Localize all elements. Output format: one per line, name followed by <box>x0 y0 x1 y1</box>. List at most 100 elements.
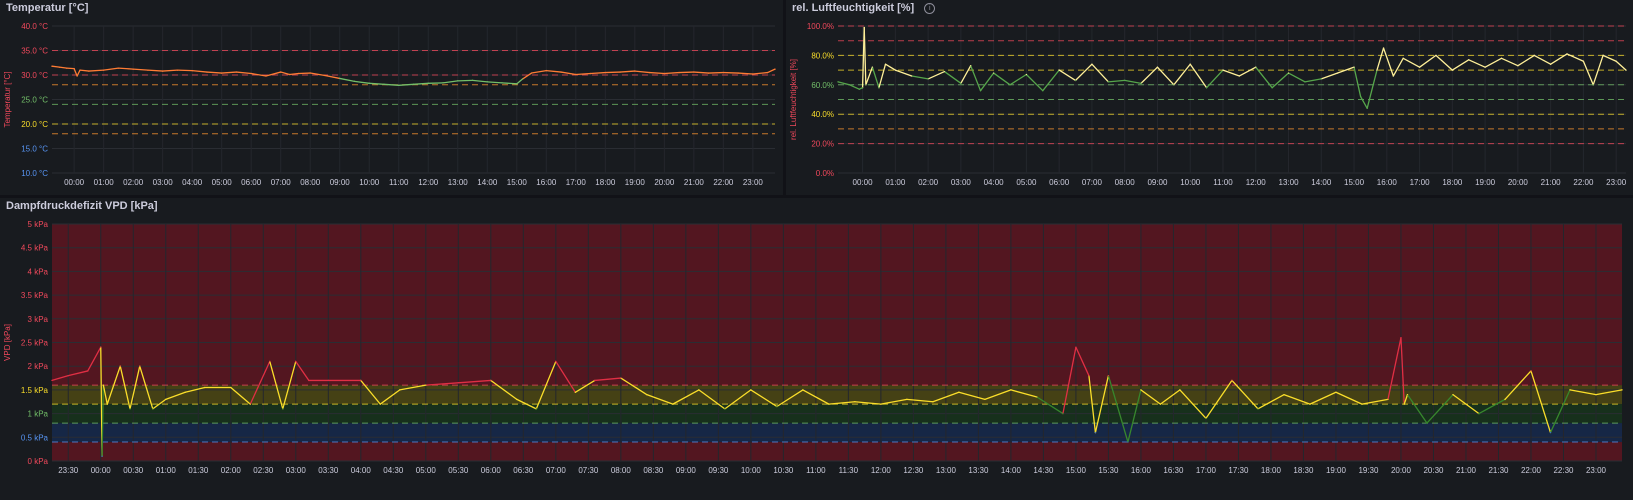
series-segment <box>878 63 887 89</box>
data-point <box>848 84 851 86</box>
series-segment <box>368 82 385 85</box>
x-tick-label: 11:00 <box>806 466 826 475</box>
x-tick-label: 14:00 <box>1311 178 1332 187</box>
series-segment <box>1517 54 1535 67</box>
data-point <box>1403 403 1405 405</box>
series-segment <box>88 69 105 72</box>
data-point <box>906 398 908 400</box>
data-point <box>693 71 695 73</box>
series-segment <box>1484 57 1503 68</box>
data-point <box>604 71 606 74</box>
data-point <box>865 84 867 86</box>
x-tick-label: 02:00 <box>123 178 144 187</box>
series-segment <box>894 69 913 77</box>
data-point <box>486 81 488 83</box>
data-point <box>129 408 131 410</box>
y-tick-label: 25.0 °C <box>21 96 48 105</box>
x-tick-label: 22:00 <box>1521 466 1542 475</box>
data-point <box>101 455 103 457</box>
y-tick-label: 20.0% <box>811 140 834 149</box>
data-point <box>324 74 326 77</box>
series-segment <box>979 72 995 92</box>
data-point <box>204 386 206 389</box>
data-point <box>737 72 739 74</box>
series-segment <box>288 72 300 76</box>
data-point <box>139 365 141 367</box>
data-point <box>1107 81 1109 83</box>
data-point <box>1621 389 1623 391</box>
x-tick-label: 05:00 <box>1016 178 1037 187</box>
x-tick-label: 02:00 <box>918 178 939 187</box>
x-tick-label: 05:00 <box>416 466 437 475</box>
data-point <box>927 78 929 80</box>
data-point <box>1566 53 1568 55</box>
data-point <box>575 73 577 76</box>
humidity-chart[interactable]: 100.0% 80.0% 60.0% 40.0% 20.0% 0.0% 00:00 01:00… <box>786 0 1633 195</box>
data-point <box>1530 370 1532 372</box>
data-point <box>984 398 986 400</box>
series-segment <box>58 66 68 69</box>
data-point <box>970 65 972 67</box>
data-point <box>471 79 474 81</box>
data-point <box>1255 66 1257 68</box>
series-segment <box>970 65 982 92</box>
x-tick-label: 19:00 <box>1475 178 1496 187</box>
series-segment <box>589 71 606 75</box>
data-point <box>269 360 271 363</box>
data-point <box>767 71 769 74</box>
y-tick-label: 2.5 kPa <box>21 339 49 348</box>
data-point <box>249 403 251 405</box>
data-point <box>1400 337 1402 339</box>
x-tick-label: 14:30 <box>1033 466 1054 475</box>
series-segment <box>1468 59 1486 68</box>
series-segment <box>162 69 179 72</box>
data-point <box>878 87 880 89</box>
x-tick-label: 17:00 <box>1410 178 1431 187</box>
data-point <box>1550 63 1552 65</box>
x-tick-label: 13:00 <box>448 178 469 187</box>
x-tick-label: 16:00 <box>1131 466 1152 475</box>
y-tick-label: 3 kPa <box>28 315 49 324</box>
x-tick-label: 07:00 <box>271 178 292 187</box>
temperature-chart[interactable]: 40.0 °C 35.0 °C 30.0 °C 25.0 °C 20.0 °C 15.0 … <box>0 0 783 195</box>
series-segment <box>634 70 651 74</box>
series-segment <box>117 67 134 70</box>
data-point <box>1159 403 1162 405</box>
y-tick-label: 4.5 kPa <box>21 244 49 253</box>
series-segment <box>560 71 577 76</box>
data-point <box>1271 87 1273 89</box>
data-point <box>1549 431 1552 434</box>
series-segment <box>960 65 972 84</box>
threshold-band <box>52 385 1622 405</box>
data-point <box>1124 79 1126 81</box>
data-point <box>1517 65 1519 67</box>
series-segment <box>79 69 90 72</box>
data-point <box>620 377 622 379</box>
data-point <box>828 403 830 405</box>
data-point <box>1025 73 1027 76</box>
x-tick-label: 09:00 <box>676 466 697 475</box>
vpd-chart[interactable]: 5 kPa 4.5 kPa 4 kPa 3.5 kPa 3 kPa 2.5 kPa 2 kP… <box>0 198 1633 500</box>
data-point <box>858 88 860 90</box>
y-tick-label: 35.0 °C <box>21 47 48 56</box>
series-segment <box>1500 57 1519 67</box>
series-segment <box>737 72 754 75</box>
data-point <box>1392 75 1394 77</box>
series-segment <box>1582 60 1594 86</box>
x-tick-label: 10:00 <box>1180 178 1201 187</box>
data-point <box>1010 389 1012 391</box>
series-segment <box>766 68 776 74</box>
data-point <box>399 389 401 391</box>
data-point <box>1179 389 1181 391</box>
data-point <box>1595 394 1597 396</box>
data-point <box>1009 84 1011 86</box>
series-segment <box>1222 69 1241 77</box>
series-segment <box>221 71 238 74</box>
data-point <box>1468 59 1470 61</box>
x-tick-label: 09:30 <box>708 466 729 475</box>
data-point <box>802 389 804 391</box>
series-segment <box>486 81 503 84</box>
y-tick-label: 60.0% <box>811 81 834 90</box>
data-point <box>1592 84 1594 86</box>
data-point <box>555 360 557 363</box>
